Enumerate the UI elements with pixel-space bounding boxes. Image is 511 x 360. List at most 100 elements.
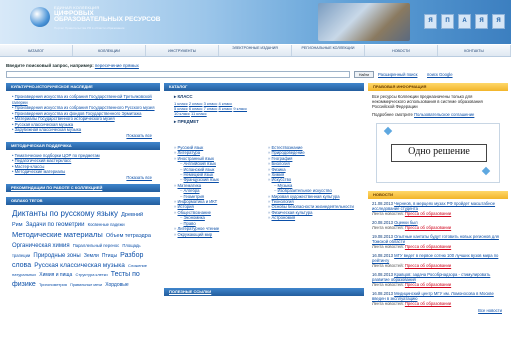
search-input[interactable] xyxy=(6,71,350,78)
subject-link[interactable]: Математика xyxy=(178,183,202,188)
advanced-search-link[interactable]: Расширенный поиск xyxy=(378,72,417,77)
news-source-link[interactable]: Пресса об образовании xyxy=(405,301,451,306)
google-search-link[interactable]: поиск Google xyxy=(427,72,453,77)
tag-link[interactable]: Русская классическая музыка xyxy=(34,262,125,269)
header-button[interactable]: Я xyxy=(424,14,437,29)
subject-link[interactable]: Право xyxy=(184,221,196,226)
method-more-link[interactable]: Показать все xyxy=(126,175,152,180)
nav-item[interactable]: КОНТАКТЫ xyxy=(438,45,511,56)
subject-link[interactable]: Иностранный язык xyxy=(178,156,215,161)
subject-link[interactable]: География xyxy=(272,156,293,161)
subject-link[interactable]: Английский язык xyxy=(184,161,216,166)
header-button[interactable]: А xyxy=(458,14,471,29)
tag-link[interactable]: Диктанты по русскому языку xyxy=(12,209,118,218)
nav-item[interactable]: ЭЛЕКТРОННЫЕ ИЗДАНИЯ xyxy=(219,45,292,56)
nav-item[interactable]: РЕГИОНАЛЬНЫЕ КОЛЛЕКЦИИ xyxy=(292,45,365,56)
subject-link[interactable]: Естествознание xyxy=(272,145,303,150)
subject-link[interactable]: Немецкий язык xyxy=(184,172,214,177)
subject-link[interactable]: Испанский язык xyxy=(184,167,215,172)
list-link[interactable]: Мастер-классы xyxy=(15,164,45,169)
tag-link[interactable]: Земли xyxy=(84,253,99,259)
klass-link[interactable]: 10 класс xyxy=(174,111,190,116)
subject-link[interactable]: Биология xyxy=(272,161,290,166)
subject-link[interactable]: Экономика xyxy=(184,215,205,220)
subject-link[interactable]: Основы безопасности жизнедеятельности xyxy=(272,204,354,209)
news-source-label: Лента новостей: xyxy=(372,225,405,230)
culture-heading[interactable]: Культурно-историческое наследие xyxy=(6,83,160,91)
tag-link[interactable]: Параллельный перенос xyxy=(73,243,120,248)
subject-link[interactable]: История xyxy=(178,204,194,209)
recommendations-link[interactable]: Рекомендации по работе с коллекцией xyxy=(6,183,160,192)
news-source-link[interactable]: Пресса об образовании xyxy=(405,244,451,249)
nav-item[interactable]: НОВОСТИ xyxy=(365,45,438,56)
tag-link[interactable]: Косвенные падежи xyxy=(88,222,125,227)
list-link[interactable]: Зарубежная классическая музыка xyxy=(15,127,81,132)
news-source-link[interactable]: Пресса об образовании xyxy=(405,263,451,268)
odno-reshenie-banner[interactable]: Одно решение xyxy=(376,123,500,183)
list-link[interactable]: Тематические подборки ЦОР по предметам xyxy=(15,153,100,158)
header-button[interactable]: Я xyxy=(475,14,488,29)
nav-item[interactable]: ИНСТРУМЕНТЫ xyxy=(146,45,219,56)
user-agreement-link[interactable]: Пользовательское соглашение xyxy=(414,112,474,117)
list-link[interactable]: Методические материалы xyxy=(15,169,66,174)
subject-link[interactable]: Изобразительное искусство xyxy=(278,188,332,193)
list-link[interactable]: Произведения искусства из собрания Госуд… xyxy=(15,105,155,110)
subject-link[interactable]: Технология xyxy=(272,199,294,204)
tag-link[interactable]: Методические материалы xyxy=(12,230,103,239)
subject-link[interactable]: Физика xyxy=(272,167,286,172)
logo-title[interactable]: ЦИФРОВЫХ ОБРАЗОВАТЕЛЬНЫХ РЕСУРСОВ xyxy=(54,10,161,23)
subject-link[interactable]: Информатика и ИКТ xyxy=(178,199,218,204)
subject-link[interactable]: Химия xyxy=(272,172,285,177)
subject-link[interactable]: Французский язык xyxy=(184,177,219,182)
all-news-link[interactable]: Все новости xyxy=(478,308,502,313)
news-source-link[interactable]: Пресса об образовании xyxy=(405,211,451,216)
subject-link[interactable]: Литература xyxy=(178,150,201,155)
subject-link[interactable]: Астрономия xyxy=(272,215,296,220)
tag-link[interactable]: Задачи по геометрии xyxy=(26,222,85,228)
list-link[interactable]: Педагогический мастеркласс xyxy=(15,158,72,163)
klass-links: 1 класс 2 класс 3 класс 4 класс 5 класс … xyxy=(164,101,364,116)
klass-link[interactable]: 11 класс xyxy=(191,111,207,116)
nav-item[interactable]: КАТАЛОГ xyxy=(0,45,73,56)
list-link[interactable]: Произведения искусства из собрания Госуд… xyxy=(12,94,152,105)
subject-link[interactable]: Алгебра xyxy=(184,188,200,193)
subject-link[interactable]: Физическая культура xyxy=(272,210,313,215)
search-button[interactable]: Найти xyxy=(354,71,374,78)
header-button[interactable]: Я xyxy=(492,14,505,29)
news-heading[interactable]: Новости xyxy=(368,191,508,199)
subject-link[interactable]: Мировая художественная культура xyxy=(272,194,340,199)
subject-link[interactable]: Русский язык xyxy=(178,145,204,150)
logo-globe-icon[interactable] xyxy=(30,7,50,27)
klass-link[interactable]: 8 класс xyxy=(218,106,232,111)
news-source-link[interactable]: Пресса об образовании xyxy=(405,282,451,287)
tag-link[interactable]: Химия и пища xyxy=(39,272,72,278)
tag-link[interactable]: Объем тетраэдра xyxy=(106,233,151,239)
tag-link[interactable]: Хордовые xyxy=(105,282,128,288)
tag-link[interactable]: Органическая химия xyxy=(12,243,70,249)
tag-link[interactable]: Птицы xyxy=(102,253,117,259)
subject-link[interactable]: Музыка xyxy=(278,183,293,188)
tag-link[interactable]: Правильные мечи xyxy=(70,283,102,287)
klass-link[interactable]: 9 класс xyxy=(233,106,247,111)
news-source-link[interactable]: Пресса об образовании xyxy=(405,225,451,230)
subject-link[interactable]: Геометрия xyxy=(184,194,205,199)
list-link[interactable]: Произведения искусства из фондов Государ… xyxy=(15,111,142,116)
catalog-heading[interactable]: Каталог xyxy=(164,83,364,91)
tag-link[interactable]: Структура клетки xyxy=(75,272,107,277)
subject-link[interactable]: Окружающий мир xyxy=(178,232,213,237)
subject-link[interactable]: Литературное чтение xyxy=(178,226,220,231)
subject-link[interactable]: Обществознание xyxy=(178,210,211,215)
list-link[interactable]: Русская классическая музыка xyxy=(15,122,73,127)
method-heading[interactable]: Методическая поддержка xyxy=(6,141,160,150)
subject-link[interactable]: Природоведение xyxy=(272,150,305,155)
subject-link[interactable]: Искусство xyxy=(272,177,292,182)
useful-links-heading[interactable]: Полезные ссылки xyxy=(164,288,364,296)
tag-link[interactable]: Тригонометрия xyxy=(39,282,67,287)
search-example-link[interactable]: пересечение прямых xyxy=(95,63,139,68)
list-link[interactable]: Материалы Государственного исторического… xyxy=(15,116,115,121)
nav-item[interactable]: КОЛЛЕКЦИИ xyxy=(73,45,146,56)
header-button[interactable]: П xyxy=(441,14,454,29)
culture-more-link[interactable]: Показать все xyxy=(126,133,152,138)
tag-link[interactable]: Природные зоны xyxy=(33,253,80,259)
news-all-wrap: Все новости xyxy=(368,308,508,313)
